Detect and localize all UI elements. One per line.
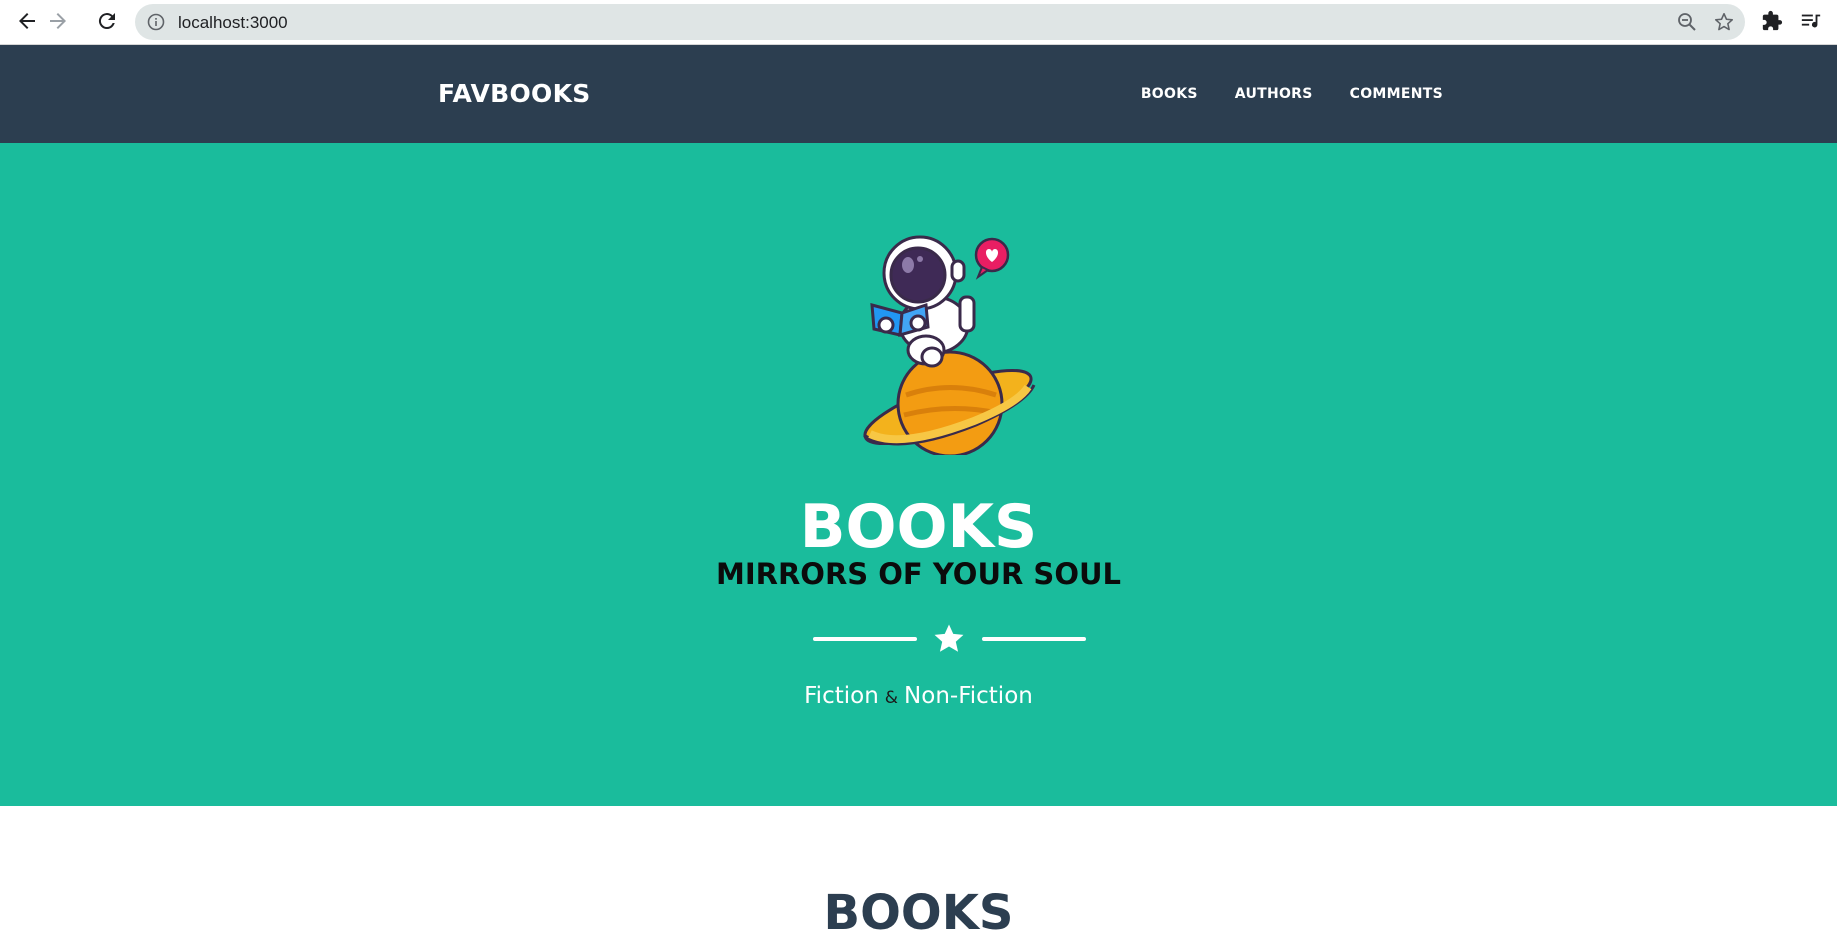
tagline-non-fiction: Non-Fiction <box>904 683 1033 709</box>
divider-line-left <box>813 637 917 641</box>
nav-link-comments[interactable]: COMMENTS <box>1350 86 1443 102</box>
hero-tagline: Fiction & Non-Fiction <box>0 683 1837 709</box>
info-icon[interactable] <box>147 13 165 31</box>
star-icon <box>932 622 966 656</box>
address-bar[interactable]: localhost:3000 <box>135 4 1745 40</box>
browser-toolbar: localhost:3000 <box>0 0 1837 45</box>
main-nav: BOOKS AUTHORS COMMENTS <box>1141 86 1443 102</box>
brand-logo[interactable]: FAVBOOKS <box>438 79 591 108</box>
hero-title: BOOKS <box>799 492 1038 562</box>
bookmark-star-icon[interactable] <box>1713 11 1735 33</box>
star-divider <box>813 621 1086 657</box>
books-section-title: BOOKS <box>823 885 1014 941</box>
divider-line-right <box>982 637 1086 641</box>
hero-section: BOOKS MIRRORS OF YOUR SOUL Fiction & Non-F… <box>0 143 1837 806</box>
zoom-out-icon[interactable] <box>1677 12 1697 32</box>
heart-bubble-icon <box>974 237 1010 280</box>
nav-link-books[interactable]: BOOKS <box>1141 86 1198 102</box>
tagline-fiction: Fiction <box>804 683 879 709</box>
nav-link-authors[interactable]: AUTHORS <box>1235 86 1313 102</box>
site-header: FAVBOOKS BOOKS AUTHORS COMMENTS <box>0 45 1837 143</box>
astronaut-reading-illustration <box>856 235 1040 458</box>
extensions-puzzle-icon[interactable] <box>1761 10 1783 32</box>
reading-list-icon[interactable] <box>1800 10 1822 32</box>
hero-subtitle: MIRRORS OF YOUR SOUL <box>716 557 1121 591</box>
url-text[interactable]: localhost:3000 <box>178 13 288 33</box>
reload-icon[interactable] <box>95 9 119 33</box>
back-arrow-icon[interactable] <box>15 9 39 33</box>
forward-arrow-icon[interactable] <box>46 9 70 33</box>
tagline-ampersand: & <box>884 688 899 708</box>
